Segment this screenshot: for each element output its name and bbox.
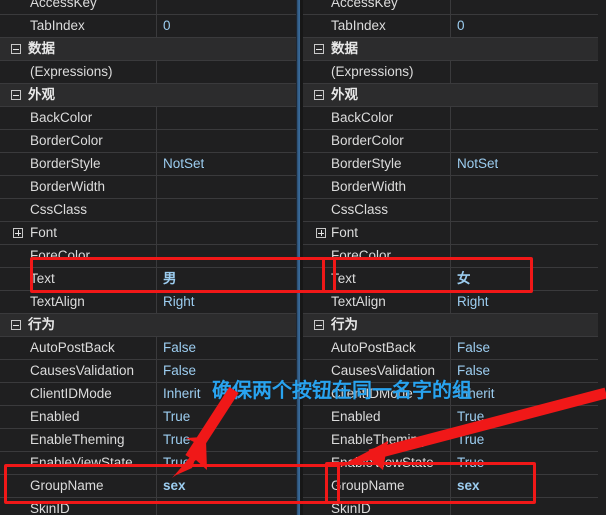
arrow-left	[172, 387, 239, 478]
annotation-arrows	[172, 387, 606, 478]
arrow-right	[338, 387, 606, 470]
screenshot-root: AccessKey TabIndex 0 数据 (Expressions) 外观 BackC…	[0, 0, 606, 515]
